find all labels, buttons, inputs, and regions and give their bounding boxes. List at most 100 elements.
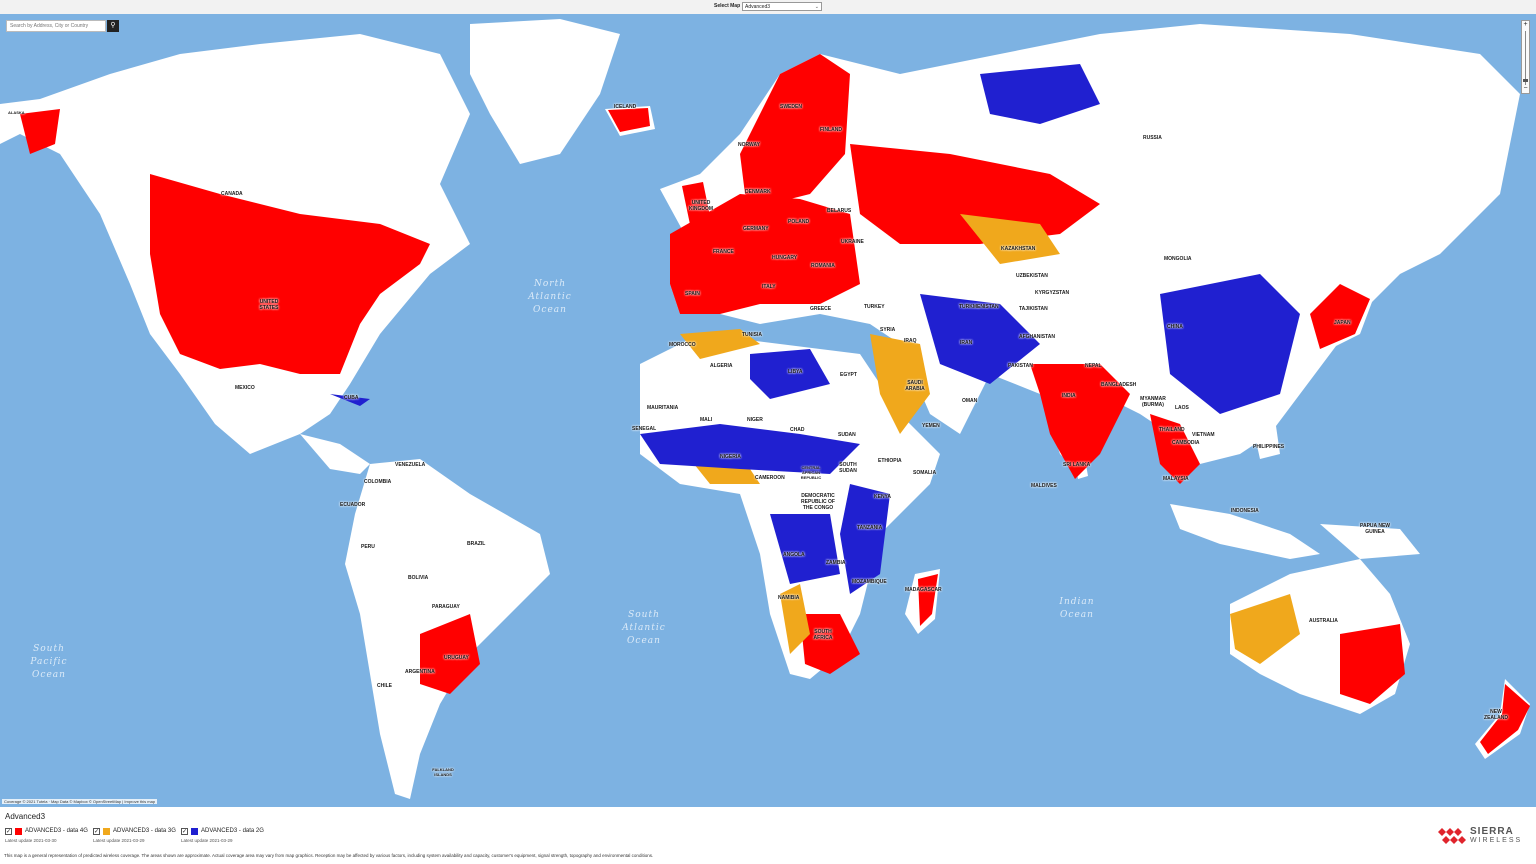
label-cameroon: CAMEROON xyxy=(755,475,785,481)
zoom-slider-track[interactable] xyxy=(1525,31,1526,85)
label-uruguay: URUGUAY xyxy=(444,655,469,661)
label-laos: LAOS xyxy=(1175,405,1189,411)
label-tanzania: TANZANIA xyxy=(857,525,883,531)
land-central-america xyxy=(300,434,370,474)
search-button[interactable]: ⚲ xyxy=(107,20,119,32)
legend-update-3g: Latest update 2021-03-29 xyxy=(93,838,145,843)
label-spain: SPAIN xyxy=(685,291,700,297)
logo-text-wireless: WIRELESS xyxy=(1470,837,1523,844)
label-italy: ITALY xyxy=(762,284,776,290)
label-tunisia: TUNISIA xyxy=(742,332,762,338)
coverage-disclaimer: This map is a general representation of … xyxy=(4,853,654,858)
label-canada: CANADA xyxy=(221,191,243,197)
zoom-out-icon[interactable]: − xyxy=(1522,85,1529,93)
label-madagascar: MADAGASCAR xyxy=(905,587,942,593)
label-pakistan: PAKISTAN xyxy=(1008,363,1033,369)
label-yemen: YEMEN xyxy=(922,423,940,429)
logo-text-sierra: SIERRA xyxy=(1470,826,1514,837)
label-dr-congo: DEMOCRATIC REPUBLIC OF THE CONGO xyxy=(801,493,835,511)
label-ethiopia: ETHIOPIA xyxy=(878,458,902,464)
label-iceland: ICELAND xyxy=(614,104,637,110)
label-belarus: BELARUS xyxy=(827,208,852,214)
label-sweden: SWEDEN xyxy=(780,104,802,110)
label-somalia: SOMALIA xyxy=(913,470,937,476)
search-input[interactable] xyxy=(6,20,106,32)
zoom-slider-handle[interactable] xyxy=(1523,79,1528,82)
label-ukraine: UKRAINE xyxy=(841,239,864,245)
label-senegal: SENEGAL xyxy=(632,426,657,432)
label-venezuela: VENEZUELA xyxy=(395,462,426,468)
label-peru: PERU xyxy=(361,544,375,550)
label-cuba: CUBA xyxy=(344,395,359,401)
label-australia: AUSTRALIA xyxy=(1309,618,1338,624)
legend-title: Advanced3 xyxy=(5,812,46,821)
search-icon: ⚲ xyxy=(110,22,116,29)
label-norway: NORWAY xyxy=(738,142,760,148)
legend-checkbox-4g[interactable]: ✓ xyxy=(5,828,12,835)
zoom-in-icon[interactable]: + xyxy=(1522,21,1529,29)
map-select-value: Advanced3 xyxy=(745,4,771,10)
label-syria: SYRIA xyxy=(880,327,896,333)
label-saudi-arabia: SAUDI ARABIA xyxy=(905,380,925,392)
coverage-map[interactable]: ICELAND SWEDEN FINLAND NORWAY RUSSIA CAN… xyxy=(0,14,1536,807)
legend-swatch-3g xyxy=(103,828,110,835)
legend-checkbox-2g[interactable]: ✓ xyxy=(181,828,188,835)
map-canvas xyxy=(0,19,1530,799)
label-south-pacific-ocean: South Pacific Ocean xyxy=(30,644,68,680)
label-finland: FINLAND xyxy=(820,127,842,133)
label-tajikistan: TAJIKISTAN xyxy=(1019,306,1048,312)
label-turkmenistan: TURKMENISTAN xyxy=(959,304,999,310)
label-united-kingdom: UNITED KINGDOM xyxy=(688,200,714,212)
label-colombia: COLOMBIA xyxy=(364,479,392,485)
label-sudan: SUDAN xyxy=(838,432,856,438)
label-south-sudan: SOUTH SUDAN xyxy=(839,462,857,474)
label-south-atlantic-ocean: South Atlantic Ocean xyxy=(622,610,666,646)
label-nigeria: NIGERIA xyxy=(720,454,741,460)
label-egypt: EGYPT xyxy=(840,372,857,378)
label-nepal: NEPAL xyxy=(1085,363,1102,369)
label-united-states: UNITED STATES xyxy=(259,299,279,311)
land-greenland xyxy=(470,19,620,164)
map-attribution[interactable]: Coverage © 2021 Tutela · Map Data © Mapb… xyxy=(2,799,158,804)
label-iraq: IRAQ xyxy=(904,338,917,344)
legend-checkbox-3g[interactable]: ✓ xyxy=(93,828,100,835)
map-select-dropdown[interactable]: Advanced3 ⌄ xyxy=(742,2,822,11)
label-new-zealand: NEW ZEALAND xyxy=(1484,709,1508,721)
legend-label-3g: ADVANCED3 - data 3G xyxy=(113,828,176,834)
label-myanmar: MYANMAR (BURMA) xyxy=(1140,396,1166,408)
sierra-wireless-logo: SIERRA WIRELESS xyxy=(1438,826,1530,846)
label-romania: ROMANIA xyxy=(811,263,835,269)
label-indonesia: INDONESIA xyxy=(1231,508,1259,514)
label-greece: GREECE xyxy=(810,306,832,312)
zoom-control[interactable]: + − xyxy=(1521,20,1530,94)
label-morocco: MOROCCO xyxy=(669,342,696,348)
label-poland: POLAND xyxy=(788,219,810,225)
label-russia: RUSSIA xyxy=(1143,135,1162,141)
label-mauritania: MAURITANIA xyxy=(647,405,679,411)
label-chad: CHAD xyxy=(790,427,805,433)
legend-update-2g: Latest update 2021-03-29 xyxy=(181,838,233,843)
label-iran: IRAN xyxy=(960,340,973,346)
label-paraguay: PARAGUAY xyxy=(432,604,460,610)
label-bolivia: BOLIVIA xyxy=(408,575,429,581)
label-brazil: BRAZIL xyxy=(467,541,486,547)
label-afghanistan: AFGHANISTAN xyxy=(1019,334,1056,340)
label-oman: OMAN xyxy=(962,398,978,404)
label-india: INDIA xyxy=(1062,393,1076,399)
legend-swatch-2g xyxy=(191,828,198,835)
label-falkland-islands: FALKLAND ISLANDS xyxy=(432,767,454,777)
label-niger: NIGER xyxy=(747,417,763,423)
label-china: CHINA xyxy=(1167,324,1183,330)
label-mali: MALI xyxy=(700,417,713,423)
label-north-atlantic-ocean: North Atlantic Ocean xyxy=(528,279,572,315)
label-south-africa: SOUTH AFRICA xyxy=(813,629,833,641)
label-uzbekistan: UZBEKISTAN xyxy=(1016,273,1048,279)
label-zambia: ZAMBIA xyxy=(826,560,846,566)
label-ecuador: ECUADOR xyxy=(340,502,366,508)
label-angola: ANGOLA xyxy=(783,552,805,558)
label-indian-ocean: Indian Ocean xyxy=(1059,597,1095,620)
label-malaysia: MALAYSIA xyxy=(1163,476,1189,482)
legend-update-4g: Latest update 2021-03-30 xyxy=(5,838,57,843)
chevron-down-icon: ⌄ xyxy=(814,4,819,10)
legend-swatch-4g xyxy=(15,828,22,835)
